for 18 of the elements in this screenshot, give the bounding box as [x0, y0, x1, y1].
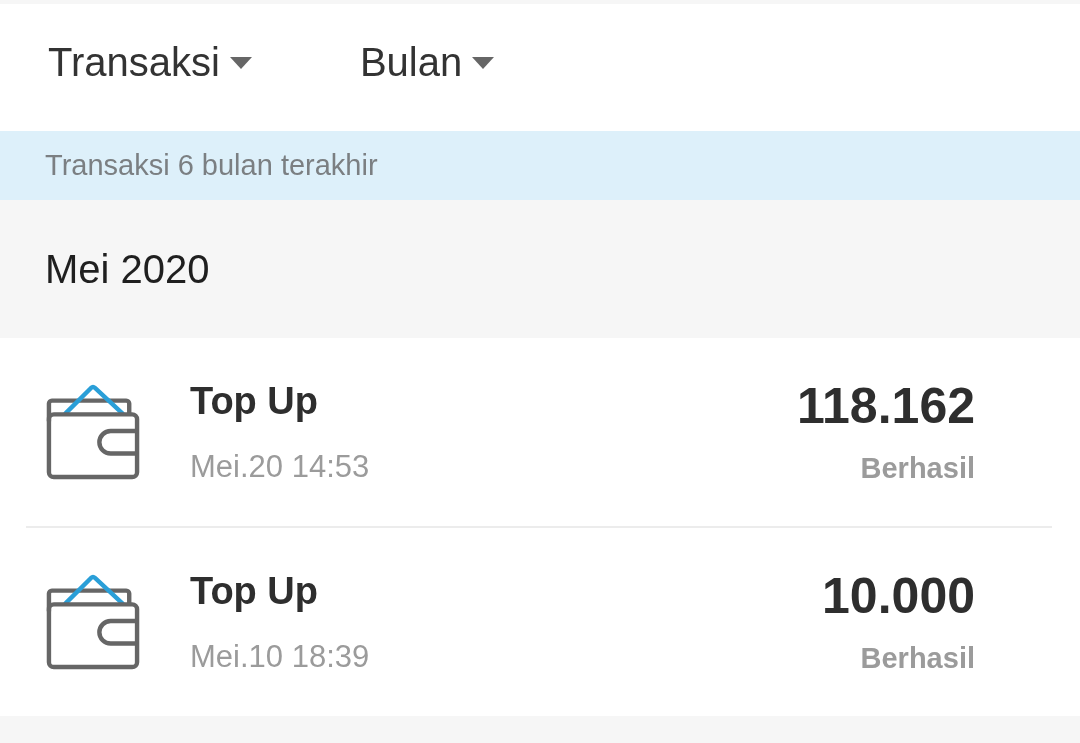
transaction-datetime: Mei.20 14:53: [190, 448, 370, 485]
transaction-amount: 118.162: [797, 379, 975, 434]
transaction-datetime: Mei.10 18:39: [190, 638, 370, 675]
info-text: Transaksi 6 bulan terakhir: [45, 149, 378, 182]
month-label: Mei 2020: [45, 246, 210, 292]
transaction-row[interactable]: Top Up Mei.20 14:53 118.162 Berhasil: [0, 338, 1080, 526]
filter-dropdown[interactable]: Bulan: [359, 40, 495, 85]
transaction-title: Top Up: [190, 379, 319, 423]
wallet-icon: [46, 574, 140, 670]
transaction-title: Top Up: [190, 569, 319, 613]
caret-icon: [229, 56, 252, 69]
transaction-status: Berhasil: [860, 642, 975, 675]
transaction-amount: 10.000: [822, 569, 975, 624]
filter-dropdown[interactable]: Transaksi: [48, 40, 252, 85]
caret-icon: [472, 56, 495, 69]
wallet-icon: [46, 384, 140, 480]
transaction-status: Berhasil: [860, 452, 975, 485]
transaction-row[interactable]: Top Up Mei.10 18:39 10.000 Berhasil: [0, 528, 1080, 716]
